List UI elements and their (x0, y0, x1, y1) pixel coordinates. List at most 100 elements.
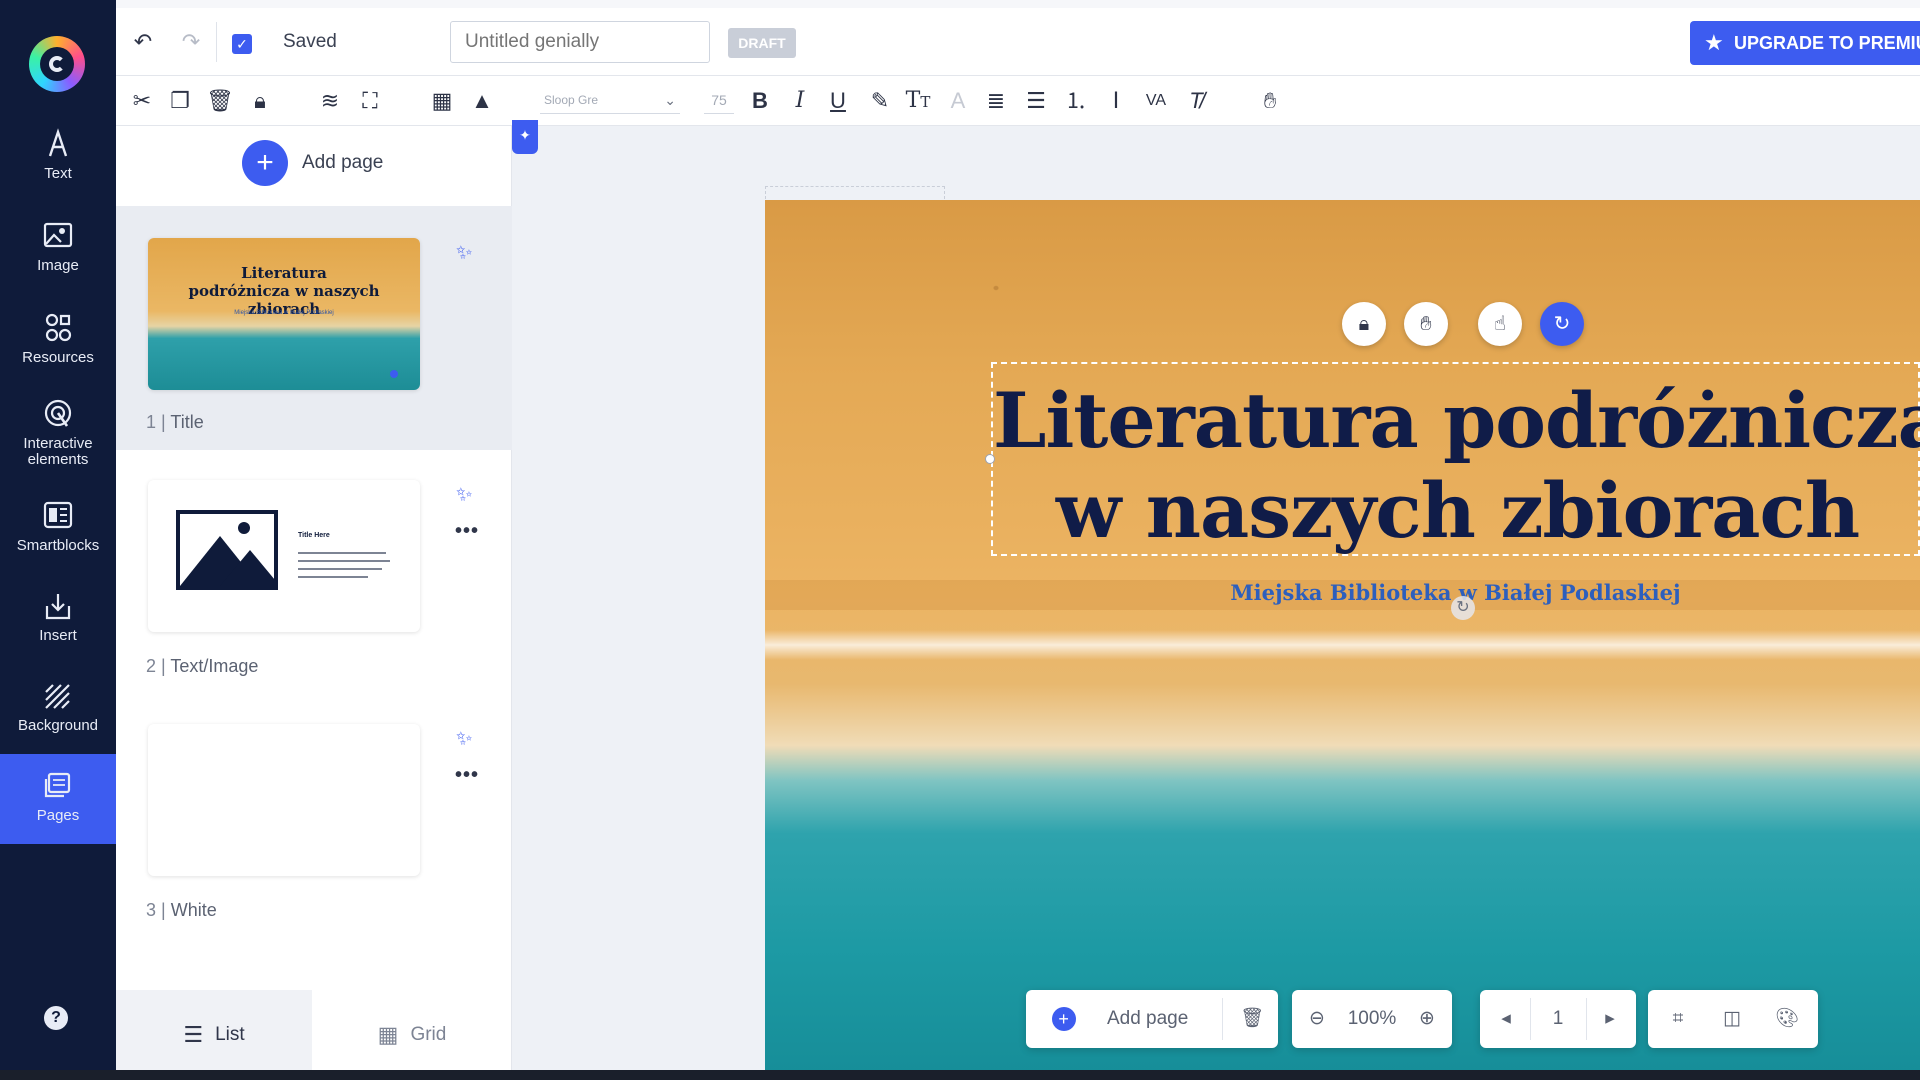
numbered-list-icon[interactable]: ⒈ (1062, 87, 1090, 115)
clear-format-icon[interactable]: T̸ (1182, 87, 1210, 115)
grid-view-tab[interactable]: ▦ Grid (312, 990, 512, 1080)
add-page-button[interactable]: + Add page (242, 140, 383, 186)
zoom-control: ⊖ 100% ⊕ (1292, 990, 1452, 1048)
magic-wand-icon[interactable]: ✨︎ (456, 484, 472, 507)
chevron-down-icon: ⌄ (664, 92, 676, 108)
thumbnail-title: Title Here (298, 532, 330, 539)
page-thumbnail[interactable] (148, 724, 420, 876)
help-icon[interactable]: ? (44, 1006, 68, 1030)
project-title-input[interactable] (450, 21, 710, 63)
format-toolbar: ✂ ❐ 🗑︎ 🔒︎ ≋ ⛶ ▦ ▲ Sloop Gre ⌄ 75 B I U ✎… (116, 76, 1920, 126)
grid-icon: ▦ (377, 1022, 399, 1047)
page-number: 1 (146, 412, 157, 432)
upgrade-button[interactable]: ★ UPGRADE TO PREMIUM (1690, 21, 1920, 65)
palette-icon[interactable]: 🎨︎ (1760, 990, 1814, 1048)
zoom-in-icon[interactable]: ⊕ (1406, 990, 1448, 1048)
cut-icon[interactable]: ✂ (128, 87, 156, 115)
crop-icon[interactable]: ⛶ (356, 87, 384, 115)
page-thumbnail[interactable]: Title Here (148, 480, 420, 632)
letter-spacing-icon[interactable]: VA (1142, 87, 1170, 115)
page-item-text-image[interactable]: Title Here ✨︎ ••• 2 | Text/Image (116, 450, 512, 694)
interactivity-icon[interactable]: ☝︎ (1478, 302, 1522, 346)
more-options-icon[interactable]: ••• (455, 764, 479, 787)
delete-page-icon[interactable]: 🗑︎ (1226, 990, 1278, 1048)
sidebar-item-label: Interactive elements (23, 435, 93, 468)
split-view-icon[interactable]: ◫ (1706, 990, 1758, 1048)
view-toggle: ☰ List ▦ Grid (116, 990, 512, 1080)
slide-title-line-2: w naszych zbiorach (1055, 466, 1860, 555)
list-view-label: List (215, 1024, 245, 1045)
sidebar-item-image[interactable]: Image (0, 220, 116, 274)
sidebar-item-interactive-elements[interactable]: Interactive elements (0, 398, 116, 468)
saved-check-icon: ✓ (232, 34, 252, 54)
sidebar-item-label: Text (44, 165, 72, 182)
page-navigation: ◂ 1 ▸ (1480, 990, 1636, 1048)
copy-icon[interactable]: ❐ (166, 87, 194, 115)
next-page-icon[interactable]: ▸ (1588, 990, 1632, 1048)
more-options-icon[interactable]: ••• (455, 520, 479, 543)
pin-icon[interactable]: ✦ (512, 120, 538, 154)
lock-icon[interactable]: 🔒︎ (246, 87, 274, 115)
redo-icon[interactable]: ↷ (178, 29, 204, 55)
sidebar-item-insert[interactable]: Insert (0, 590, 116, 644)
page-name: Text/Image (170, 656, 259, 676)
line-height-icon[interactable]: Ⅰ (1102, 87, 1130, 115)
font-family-select[interactable]: Sloop Gre ⌄ (540, 86, 680, 114)
current-page-number: 1 (1552, 1008, 1564, 1029)
wave-foam (765, 630, 1920, 660)
page-thumbnail[interactable]: Literatura podróżnicza w naszych zbiorac… (148, 238, 420, 390)
zoom-out-icon[interactable]: ⊖ (1296, 990, 1338, 1048)
genially-editor: Text Image Resources Interactive element… (0, 0, 1920, 1080)
control-divider (1586, 998, 1587, 1040)
italic-icon[interactable]: I (786, 87, 814, 115)
title-text-box[interactable]: Literatura podróżnicza w naszych zbiorac… (991, 362, 1920, 556)
toolbar-divider (216, 22, 217, 62)
rotate-handle-icon[interactable]: ↻ (1451, 596, 1475, 620)
page-item-white[interactable]: ✨︎ ••• 3 | White (116, 694, 512, 938)
delete-icon[interactable]: 🗑︎ (206, 87, 234, 115)
sidebar-item-background[interactable]: Background (0, 680, 116, 734)
list-icon: ☰ (183, 1022, 204, 1047)
left-sidebar: Text Image Resources Interactive element… (0, 0, 116, 1080)
magic-wand-icon[interactable]: ✨︎ (456, 242, 472, 265)
grid-guides-icon[interactable]: ⌗ (1652, 990, 1704, 1048)
fill-color-icon[interactable]: ▲ (468, 87, 496, 115)
pages-panel: + Add page Literatura podróżnicza w nasz… (116, 126, 512, 1080)
draft-badge: DRAFT (728, 28, 796, 58)
sidebar-item-label: Insert (39, 627, 77, 644)
lock-icon[interactable]: 🔒︎ (1342, 302, 1386, 346)
slide-title[interactable]: Literatura podróżnicza w naszych zbiorac… (993, 376, 1920, 556)
genially-logo-icon[interactable] (29, 36, 85, 92)
undo-icon[interactable]: ↶ (130, 29, 156, 55)
drag-hand-icon[interactable]: ✋︎ (1256, 87, 1284, 115)
text-color-icon[interactable]: A (944, 87, 972, 115)
zoom-level: 100% (1347, 1008, 1397, 1029)
add-page-bottom-button[interactable]: + Add page (1040, 990, 1200, 1048)
animation-icon[interactable]: ↻ (1540, 302, 1584, 346)
bullet-list-icon[interactable]: ☰ (1022, 87, 1050, 115)
highlight-pen-icon[interactable]: ✎ (866, 87, 894, 115)
list-view-tab[interactable]: ☰ List (116, 990, 312, 1080)
slide-canvas[interactable] (765, 200, 1920, 1080)
resize-handle[interactable] (985, 454, 995, 464)
magic-wand-icon[interactable]: ✨︎ (456, 728, 472, 751)
drag-hand-icon[interactable]: ✋︎ (1404, 302, 1448, 346)
font-size-input[interactable]: 75 (704, 86, 734, 114)
transparency-icon[interactable]: ▦ (428, 87, 456, 115)
text-line-placeholder (298, 568, 382, 570)
sidebar-item-text[interactable]: Text (0, 128, 116, 182)
top-strip (116, 0, 1920, 8)
bold-icon[interactable]: B (746, 87, 774, 115)
underline-icon[interactable]: U (824, 87, 852, 115)
slide-title-line-1: Literatura podróżnicza (993, 376, 1920, 465)
layers-icon[interactable]: ≋ (316, 87, 344, 115)
sidebar-item-smartblocks[interactable]: Smartblocks (0, 500, 116, 554)
sidebar-item-pages[interactable]: Pages (0, 754, 116, 844)
background-icon (45, 684, 70, 709)
text-size-icon[interactable]: TT (904, 87, 932, 115)
previous-page-icon[interactable]: ◂ (1484, 990, 1528, 1048)
sidebar-item-label: Smartblocks (16, 537, 100, 554)
align-justify-icon[interactable]: ≣ (982, 87, 1010, 115)
sidebar-item-resources[interactable]: Resources (0, 312, 116, 366)
page-item-title[interactable]: Literatura podróżnicza w naszych zbiorac… (116, 206, 512, 450)
